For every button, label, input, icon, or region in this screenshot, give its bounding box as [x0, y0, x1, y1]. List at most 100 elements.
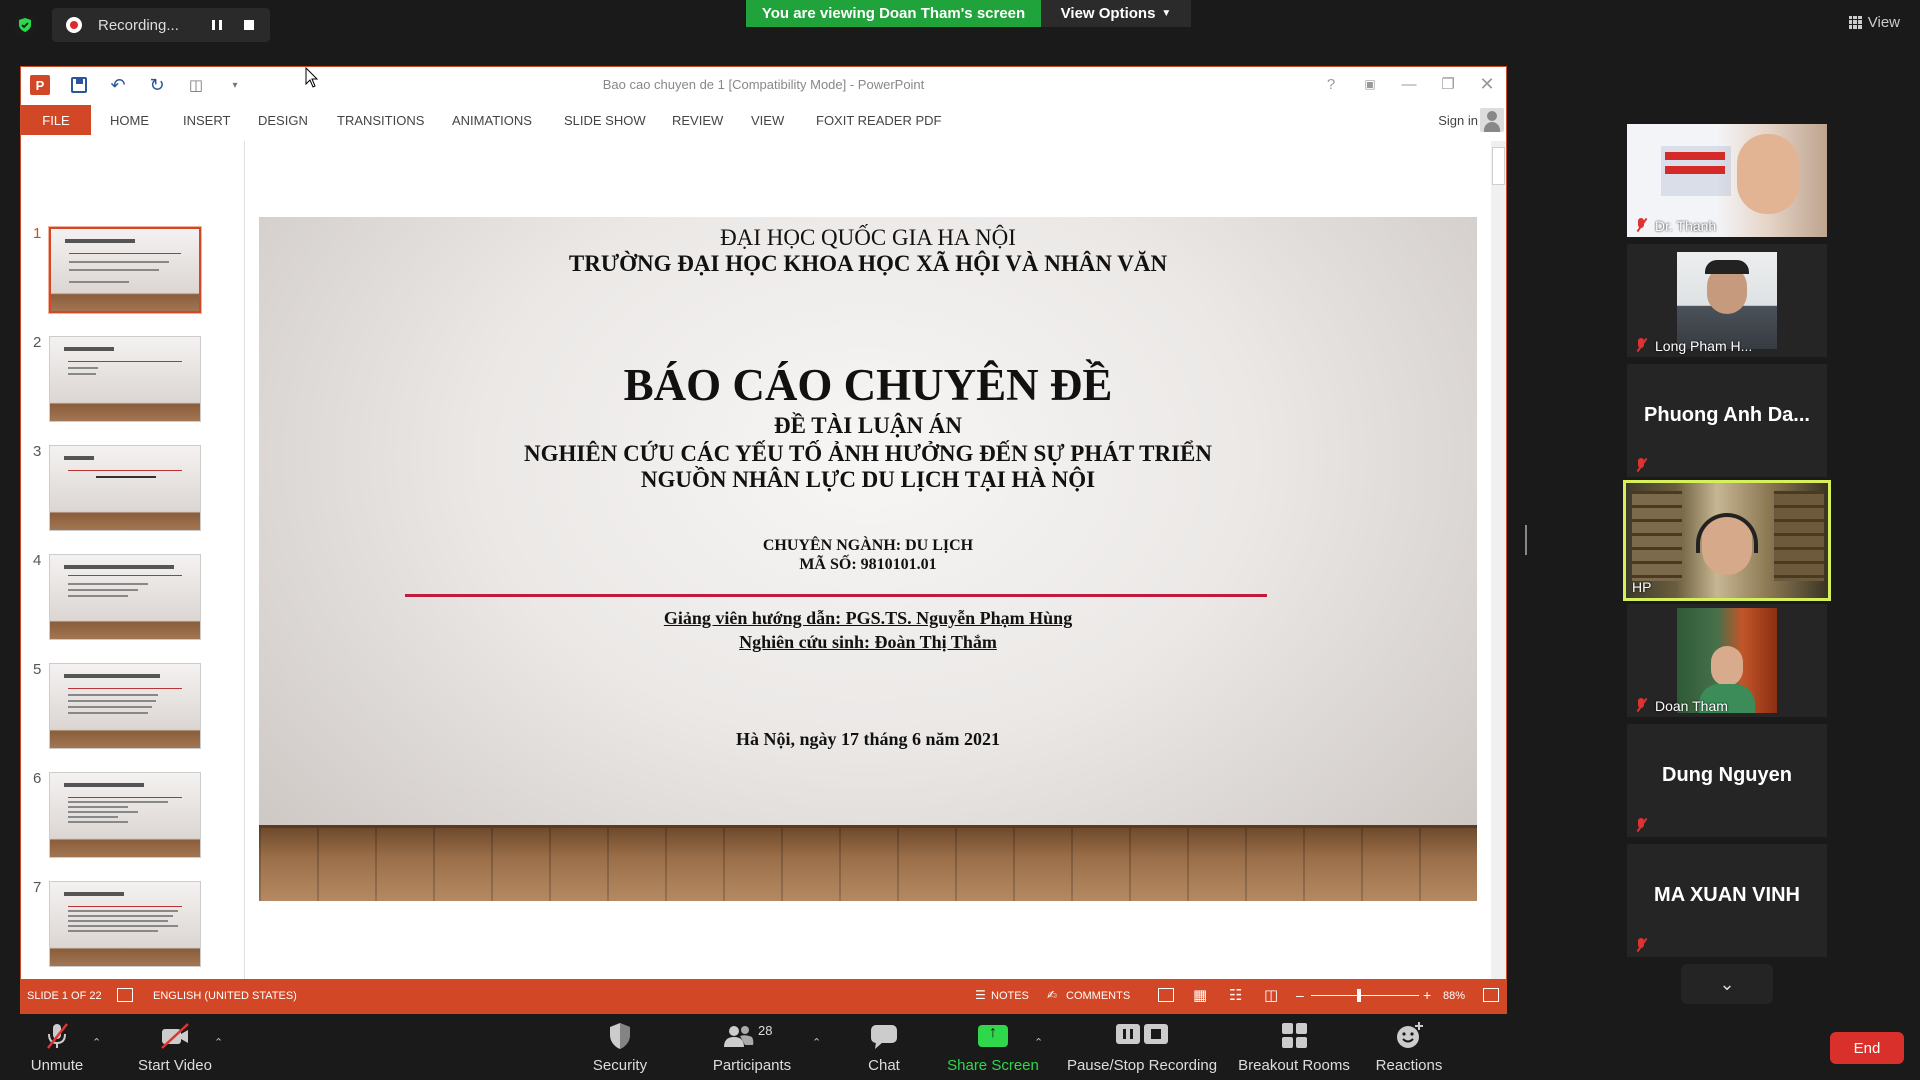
participant-name: Doan Tham [1655, 698, 1728, 714]
recording-label: Recording... [98, 16, 179, 34]
comments-button[interactable]: COMMENTS [1066, 990, 1130, 1002]
muted-mic-icon [1635, 818, 1647, 832]
close-button[interactable]: ✕ [1475, 73, 1499, 95]
more-participants-button[interactable]: ⌄ [1681, 964, 1773, 1004]
security-label: Security [592, 1057, 648, 1074]
slide-title: BÁO CÁO CHUYÊN ĐỀ [623, 360, 1113, 410]
unmute-button[interactable]: Unmute [20, 1014, 94, 1080]
slide-thumbnail-4[interactable] [49, 554, 201, 640]
muted-mic-icon [1635, 218, 1647, 232]
spell-check-icon[interactable] [117, 988, 133, 1002]
breakout-rooms-button[interactable]: Breakout Rooms [1232, 1014, 1356, 1080]
slide-thumbnail-2[interactable] [49, 336, 201, 422]
slide-thumbnail-7[interactable] [49, 881, 201, 967]
recording-indicator: Recording... [52, 8, 270, 42]
tab-insert[interactable]: INSERT [183, 105, 230, 135]
slide-thumbnail-pane: 1 2 3 4 5 6 7 8 [21, 141, 245, 981]
slide-thumbnail-3[interactable] [49, 445, 201, 531]
thumb-number: 5 [33, 661, 42, 678]
user-account-icon[interactable] [1480, 108, 1504, 132]
participant-tile[interactable]: Dr. Thanh [1627, 124, 1827, 237]
end-meeting-button[interactable]: End [1830, 1032, 1904, 1064]
pause-recording-button[interactable] [206, 14, 228, 36]
video-off-icon [158, 1021, 192, 1051]
mouse-cursor-icon [305, 67, 319, 88]
video-options-caret-icon[interactable]: ⌃ [214, 1036, 223, 1049]
thumb-number: 3 [33, 443, 42, 460]
pause-stop-recording-button[interactable]: Pause/Stop Recording [1062, 1014, 1222, 1080]
thumb-number: 7 [33, 879, 42, 896]
chat-button[interactable]: Chat [856, 1014, 912, 1080]
vertical-scrollbar[interactable] [1491, 141, 1506, 981]
tab-home[interactable]: HOME [110, 105, 149, 135]
tab-design[interactable]: DESIGN [258, 105, 308, 135]
share-options-caret-icon[interactable]: ⌃ [1034, 1036, 1043, 1049]
muted-microphone-icon [40, 1021, 74, 1051]
tab-file[interactable]: FILE [21, 105, 91, 135]
participants-button[interactable]: 28 Participants [702, 1014, 802, 1080]
notes-button[interactable]: NOTES [991, 990, 1029, 1002]
tab-view[interactable]: VIEW [751, 105, 784, 135]
pause-stop-icon [1112, 1021, 1172, 1051]
reactions-button[interactable]: Reactions [1370, 1014, 1448, 1080]
panel-resize-handle[interactable] [1525, 525, 1527, 555]
powerpoint-window: P ↶ ↻ ◫ ▾ Bao cao chuyen de 1 [Compatibi… [20, 66, 1507, 1014]
zoom-in-button[interactable]: + [1423, 987, 1431, 1003]
start-video-label: Start Video [138, 1057, 212, 1074]
slide-show-icon[interactable]: ◫ [1264, 986, 1278, 1004]
zoom-out-button[interactable]: – [1296, 987, 1304, 1003]
slide-university: ĐẠI HỌC QUỐC GIA HA NỘI [720, 225, 1016, 250]
view-button[interactable]: View [1848, 10, 1900, 34]
slide-editing-area: ĐẠI HỌC QUỐC GIA HA NỘI TRƯỜNG ĐẠI HỌC K… [246, 141, 1493, 981]
slide-thumbnail-6[interactable] [49, 772, 201, 858]
participants-label: Participants [712, 1057, 792, 1074]
reactions-smiley-icon [1392, 1021, 1426, 1051]
share-screen-button[interactable]: Share Screen [942, 1014, 1044, 1080]
reading-view-icon[interactable]: ☷ [1229, 986, 1242, 1004]
thumb-number: 4 [33, 552, 42, 569]
reactions-label: Reactions [1375, 1057, 1443, 1074]
scrollbar-thumb[interactable] [1492, 147, 1505, 185]
tab-foxit-reader-pdf[interactable]: FOXIT READER PDF [816, 105, 941, 135]
minimize-button[interactable]: — [1397, 73, 1421, 95]
participant-name-large: Dung Nguyen [1662, 764, 1792, 786]
document-title: Bao cao chuyen de 1 [Compatibility Mode]… [602, 77, 925, 92]
restore-button[interactable]: ❐ [1436, 73, 1460, 95]
fit-to-window-icon[interactable] [1483, 988, 1499, 1002]
zoom-level[interactable]: 88% [1443, 990, 1465, 1002]
audio-options-caret-icon[interactable]: ⌃ [92, 1036, 101, 1049]
slide-thumbnail-5[interactable] [49, 663, 201, 749]
active-speaker-tile[interactable]: HP [1623, 480, 1831, 601]
wood-floor-image [259, 828, 1477, 901]
slide-student: Nghiên cứu sinh: Đoàn Thị Thắm [259, 632, 1477, 653]
participants-options-caret-icon[interactable]: ⌃ [812, 1036, 821, 1049]
tab-transitions[interactable]: TRANSITIONS [337, 105, 424, 135]
zoom-slider-handle[interactable] [1357, 989, 1361, 1002]
ribbon-display-icon: ▣ [1364, 77, 1376, 91]
participant-tile[interactable]: Long Pham H... [1627, 244, 1827, 357]
tab-review[interactable]: REVIEW [672, 105, 723, 135]
participant-name: HP [1632, 579, 1652, 595]
participant-tile[interactable]: Phuong Anh Da... [1627, 364, 1827, 477]
encryption-shield-icon[interactable] [14, 14, 36, 36]
stop-recording-button[interactable] [238, 14, 260, 36]
participant-tile[interactable]: Doan Tham [1627, 604, 1827, 717]
tab-animations[interactable]: ANIMATIONS [452, 105, 532, 135]
slide-sorter-icon[interactable]: ▦ [1193, 986, 1207, 1004]
sign-in-link[interactable]: Sign in [1438, 113, 1478, 128]
ribbon-display-button[interactable]: ▣ [1358, 73, 1382, 95]
security-button[interactable]: Security [580, 1014, 660, 1080]
normal-view-icon[interactable] [1158, 988, 1174, 1002]
slide-thumbnail-1[interactable] [48, 226, 202, 314]
participant-tile[interactable]: MA XUAN VINH [1627, 844, 1827, 957]
language-indicator[interactable]: ENGLISH (UNITED STATES) [153, 990, 297, 1002]
current-slide[interactable]: ĐẠI HỌC QUỐC GIA HA NỘI TRƯỜNG ĐẠI HỌC K… [259, 217, 1477, 901]
share-screen-icon [976, 1021, 1010, 1051]
help-button[interactable]: ? [1319, 73, 1343, 95]
start-video-button[interactable]: Start Video [132, 1014, 218, 1080]
view-options-button[interactable]: View Options ▼ [1041, 0, 1191, 27]
zoom-slider-track[interactable] [1311, 995, 1419, 996]
participant-tile[interactable]: Dung Nguyen [1627, 724, 1827, 837]
tab-slide-show[interactable]: SLIDE SHOW [564, 105, 646, 135]
participant-name-large: Phuong Anh Da... [1644, 404, 1810, 426]
